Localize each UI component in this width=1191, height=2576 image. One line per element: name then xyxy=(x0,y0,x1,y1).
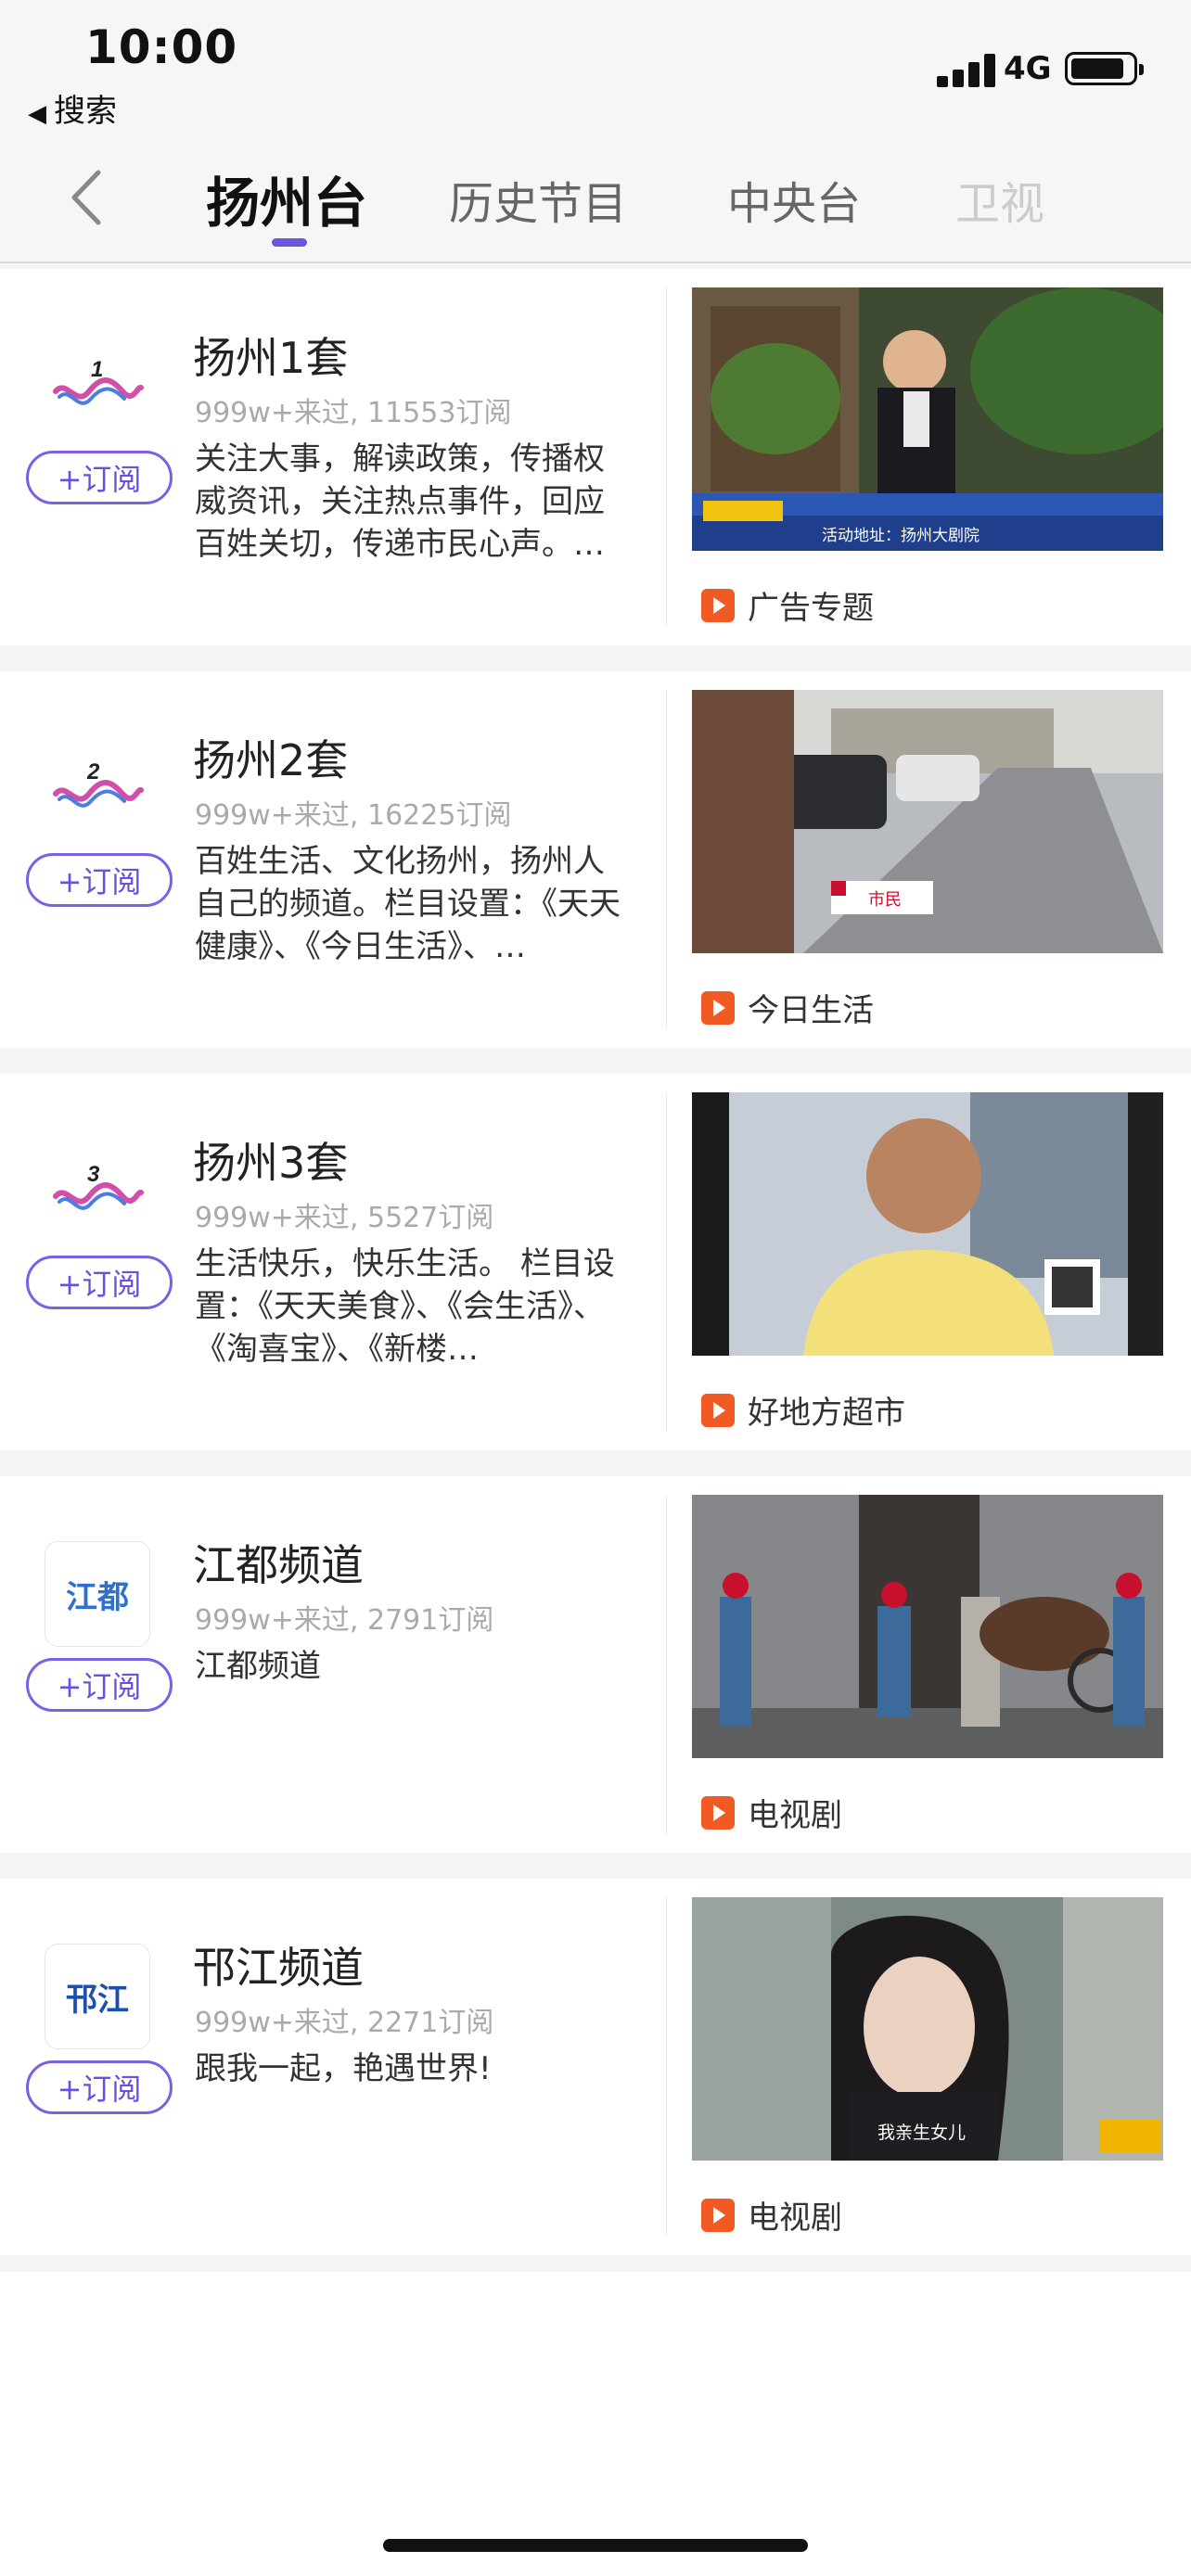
live-thumbnail[interactable] xyxy=(692,1495,1163,1758)
signal-icon xyxy=(937,54,1002,87)
channel-name: 扬州1套 xyxy=(193,333,349,383)
program-title: 广告专题 xyxy=(748,590,874,627)
channel-description: 关注大事，解读政策，传播权威资讯，关注热点事件，回应百姓关切，传递市民心声。… xyxy=(195,440,605,563)
current-program[interactable]: 好地方超市 xyxy=(701,1387,905,1433)
tab-yangzhou[interactable]: 扬州台 xyxy=(206,159,367,237)
battery-icon xyxy=(1065,52,1144,85)
active-tab-indicator xyxy=(272,238,307,247)
home-indicator[interactable] xyxy=(383,2539,808,2552)
card-divider xyxy=(666,1092,667,1432)
back-chevron-icon[interactable] xyxy=(58,165,122,230)
svg-text:我亲生女儿: 我亲生女儿 xyxy=(877,2123,966,2143)
channel-name: 扬州2套 xyxy=(193,735,349,785)
live-thumbnail[interactable] xyxy=(692,1092,1163,1356)
play-icon xyxy=(701,1393,735,1427)
back-triangle-icon: ◀ xyxy=(28,100,46,128)
jiangdu-channel-logo: 江都 xyxy=(45,1541,150,1647)
program-title: 好地方超市 xyxy=(748,1395,905,1432)
channel-description: 跟我一起，艳遇世界! xyxy=(195,2050,492,2087)
svg-text:3: 3 xyxy=(87,1162,100,1187)
play-icon xyxy=(701,588,735,622)
yangzhou-tv-2-logo: 2 xyxy=(53,759,144,808)
tab-history[interactable]: 历史节目 xyxy=(449,167,627,232)
channel-stats: 999w+来过, 2271订阅 xyxy=(195,2007,494,2039)
channel-description: 江都频道 xyxy=(195,1648,321,1685)
channel-name: 邗江频道 xyxy=(193,1943,364,1993)
channel-stats: 999w+来过, 11553订阅 xyxy=(195,397,512,429)
program-title: 电视剧 xyxy=(748,1797,842,1834)
channel-description: 生活快乐，快乐生活。 栏目设置：《天天美食》、《会生活》、《淘喜宝》、《新楼… xyxy=(195,1245,615,1368)
subscribe-button[interactable]: +订阅 xyxy=(26,853,173,907)
svg-text:2: 2 xyxy=(86,759,100,784)
channel-card[interactable]: 3 +订阅 扬州3套 999w+来过, 5527订阅 生活快乐，快乐生活。 栏目… xyxy=(0,1074,1191,1450)
channel-stats: 999w+来过, 2791订阅 xyxy=(195,1604,494,1637)
card-divider xyxy=(666,1897,667,2237)
channel-card[interactable]: 2 +订阅 扬州2套 999w+来过, 16225订阅 百姓生活、文化扬州，扬州… xyxy=(0,671,1191,1048)
program-title: 今日生活 xyxy=(748,992,874,1029)
channel-card[interactable]: 江都 +订阅 江都频道 999w+来过, 2791订阅 江都频道 电视剧 xyxy=(0,1476,1191,1853)
channel-stats: 999w+来过, 5527订阅 xyxy=(195,1202,494,1234)
card-divider xyxy=(666,287,667,627)
channel-stats: 999w+来过, 16225订阅 xyxy=(195,799,512,832)
live-thumbnail[interactable]: 我亲生女儿 xyxy=(692,1897,1163,2161)
channel-card[interactable]: 1 +订阅 扬州1套 999w+来过, 11553订阅 关注大事，解读政策，传播… xyxy=(0,269,1191,645)
play-icon xyxy=(701,990,735,1025)
program-title: 电视剧 xyxy=(748,2200,842,2237)
yangzhou-tv-1-logo: 1 xyxy=(53,357,144,405)
subscribe-button[interactable]: +订阅 xyxy=(26,451,173,504)
current-program[interactable]: 广告专题 xyxy=(701,582,874,628)
channel-tab-bar: 扬州台 历史节目 中央台 卫视 xyxy=(0,139,1191,263)
svg-text:活动地址：扬州大剧院: 活动地址：扬州大剧院 xyxy=(822,527,980,545)
channel-card[interactable]: 邗江 +订阅 邗江频道 999w+来过, 2271订阅 跟我一起，艳遇世界! 我… xyxy=(0,1879,1191,2255)
back-to-app-button[interactable]: ◀ 搜索 xyxy=(28,85,117,131)
back-app-label: 搜索 xyxy=(54,93,117,130)
tab-satellite[interactable]: 卫视 xyxy=(955,167,1044,232)
card-divider xyxy=(666,1495,667,1834)
hanjiang-channel-logo: 邗江 xyxy=(45,1944,150,2049)
channel-description: 百姓生活、文化扬州，扬州人自己的频道。栏目设置：《天天健康》、《今日生活》、… xyxy=(195,843,621,965)
status-bar: 10:00 ◀ 搜索 4G xyxy=(0,0,1191,139)
current-program[interactable]: 电视剧 xyxy=(701,2192,842,2238)
subscribe-button[interactable]: +订阅 xyxy=(26,2060,173,2114)
live-thumbnail[interactable]: 活动地址：扬州大剧院 xyxy=(692,287,1163,551)
list-end-area xyxy=(0,2272,1191,2576)
channel-name: 江都频道 xyxy=(193,1540,364,1590)
subscribe-button[interactable]: +订阅 xyxy=(26,1658,173,1712)
svg-text:1: 1 xyxy=(91,357,103,382)
play-icon xyxy=(701,2198,735,2232)
svg-text:市民: 市民 xyxy=(868,890,902,910)
channel-name: 扬州3套 xyxy=(193,1138,349,1188)
card-divider xyxy=(666,690,667,1029)
network-type: 4G xyxy=(1004,50,1052,87)
tab-cctv[interactable]: 中央台 xyxy=(727,167,861,232)
current-program[interactable]: 今日生活 xyxy=(701,985,874,1030)
yangzhou-tv-3-logo: 3 xyxy=(53,1162,144,1210)
status-time: 10:00 xyxy=(85,20,238,74)
play-icon xyxy=(701,1795,735,1830)
current-program[interactable]: 电视剧 xyxy=(701,1790,842,1835)
live-thumbnail[interactable]: 市民 xyxy=(692,690,1163,953)
subscribe-button[interactable]: +订阅 xyxy=(26,1256,173,1309)
